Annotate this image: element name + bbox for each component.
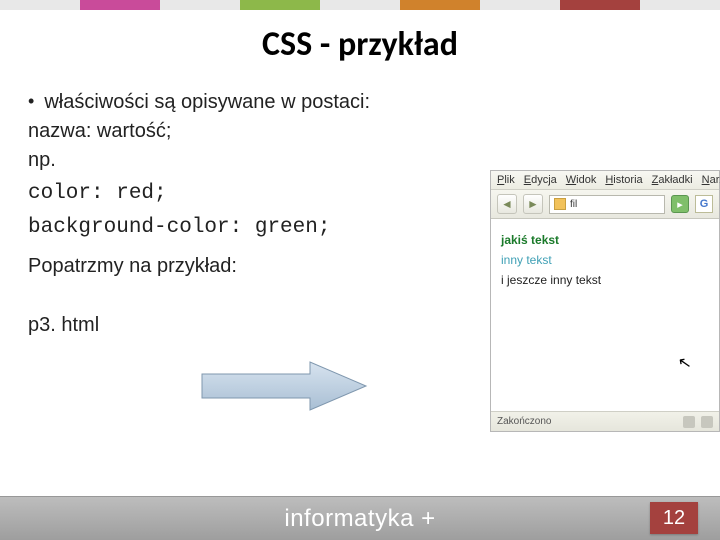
menu-view[interactable]: Widok xyxy=(566,174,597,186)
page-icon xyxy=(554,198,566,210)
slide-title: CSS - przykład xyxy=(0,24,720,65)
top-stripe-bar xyxy=(0,0,720,10)
menu-history[interactable]: Historia xyxy=(605,174,642,186)
browser-window: Plik Edycja Widok Historia Zakładki Narz… xyxy=(490,170,720,432)
cursor-icon: ↖ xyxy=(676,352,693,374)
address-bar[interactable]: fil xyxy=(549,195,665,214)
menu-edit[interactable]: Edycja xyxy=(524,174,557,186)
status-icon-1 xyxy=(683,416,695,428)
search-engine-icon[interactable]: G xyxy=(695,195,713,213)
browser-menubar: Plik Edycja Widok Historia Zakładki Narz… xyxy=(491,171,719,190)
slide-footer: informatyka + xyxy=(0,496,720,540)
go-button[interactable]: ▸ xyxy=(671,195,689,213)
status-text: Zakończono xyxy=(497,416,551,427)
forward-button[interactable]: ► xyxy=(523,194,543,214)
bullet-text: właściwości są opisywane w postaci: xyxy=(44,89,370,116)
example-text-3: i jeszcze inny tekst xyxy=(501,273,709,287)
property-format: nazwa: wartość; xyxy=(28,118,692,145)
bullet-dot: • xyxy=(28,89,34,113)
arrow-icon xyxy=(200,358,370,414)
back-button[interactable]: ◄ xyxy=(497,194,517,214)
browser-statusbar: Zakończono xyxy=(491,411,719,431)
page-number: 12 xyxy=(650,502,698,534)
status-icon-2 xyxy=(701,416,713,428)
browser-viewport: jakiś tekst inny tekst i jeszcze inny te… xyxy=(491,219,719,407)
menu-bookmarks[interactable]: Zakładki xyxy=(652,174,693,186)
example-text-2: inny tekst xyxy=(501,253,709,267)
example-text-1: jakiś tekst xyxy=(501,233,709,247)
address-text: fil xyxy=(570,199,577,210)
footer-brand: informatyka + xyxy=(284,505,435,533)
menu-file[interactable]: Plik xyxy=(497,174,515,186)
menu-tools[interactable]: Narzędzia xyxy=(702,174,720,186)
browser-toolbar: ◄ ► fil ▸ G xyxy=(491,190,719,219)
